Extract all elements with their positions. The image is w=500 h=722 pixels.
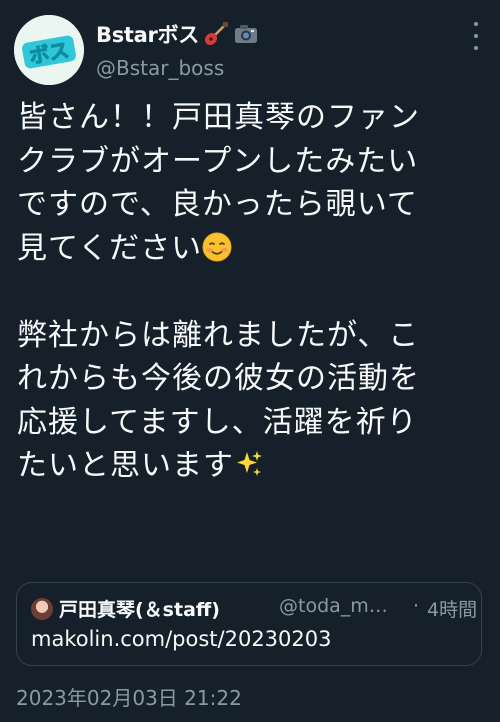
camera-icon — [233, 21, 259, 47]
avatar[interactable]: ボス — [14, 15, 84, 85]
quoted-tweet-card[interactable]: 戸田真琴(＆staff) @toda_m… · 4時間 makolin.com/… — [16, 582, 482, 666]
avatar-logo-icon: ボス — [14, 15, 84, 85]
quoted-author-avatar[interactable] — [31, 598, 53, 620]
tweet-line-text: たいと思います — [17, 448, 234, 483]
guitar-icon — [203, 21, 229, 47]
quoted-separator: · — [413, 595, 420, 617]
tweet-line-with-emoji: 見てください — [17, 227, 487, 271]
author-name-row[interactable]: Bstarボス — [96, 19, 259, 49]
tweet-text: 皆さん！！戸田真琴のファン クラブがオープンしたみたい ですので、良かったら覗い… — [17, 96, 487, 488]
tweet-timestamp[interactable]: 2023年02月03日 21:22 — [16, 682, 242, 711]
tweet-line: れからも今後の彼女の活動を — [17, 361, 420, 396]
tweet-line: ですので、良かったら覗いて — [17, 187, 418, 222]
sparkles-icon — [234, 448, 264, 478]
author-handle[interactable]: @Bstar_boss — [96, 56, 224, 80]
tweet-line: 応援してますし、活躍を祈り — [17, 404, 418, 440]
tweet-line-text: 見てください — [17, 230, 203, 266]
tweet-line-with-emoji: たいと思います — [17, 444, 487, 488]
smiling-face-icon — [202, 231, 232, 261]
more-options-icon[interactable] — [472, 22, 480, 50]
author-display-name[interactable]: Bstarボス — [96, 19, 199, 49]
quoted-author-handle: @toda_m… — [279, 595, 388, 617]
tweet-line: クラブがオープンしたみたい — [17, 143, 419, 179]
quoted-time: 4時間 — [427, 599, 478, 621]
tweet-line: 弊社からは離れましたが、こ — [17, 317, 420, 353]
quoted-author-name: 戸田真琴(＆staff) — [59, 599, 220, 621]
tweet-line: 皆さん！！戸田真琴のファン — [17, 100, 420, 135]
quoted-text-link[interactable]: makolin.com/post/20230203 — [31, 627, 331, 651]
